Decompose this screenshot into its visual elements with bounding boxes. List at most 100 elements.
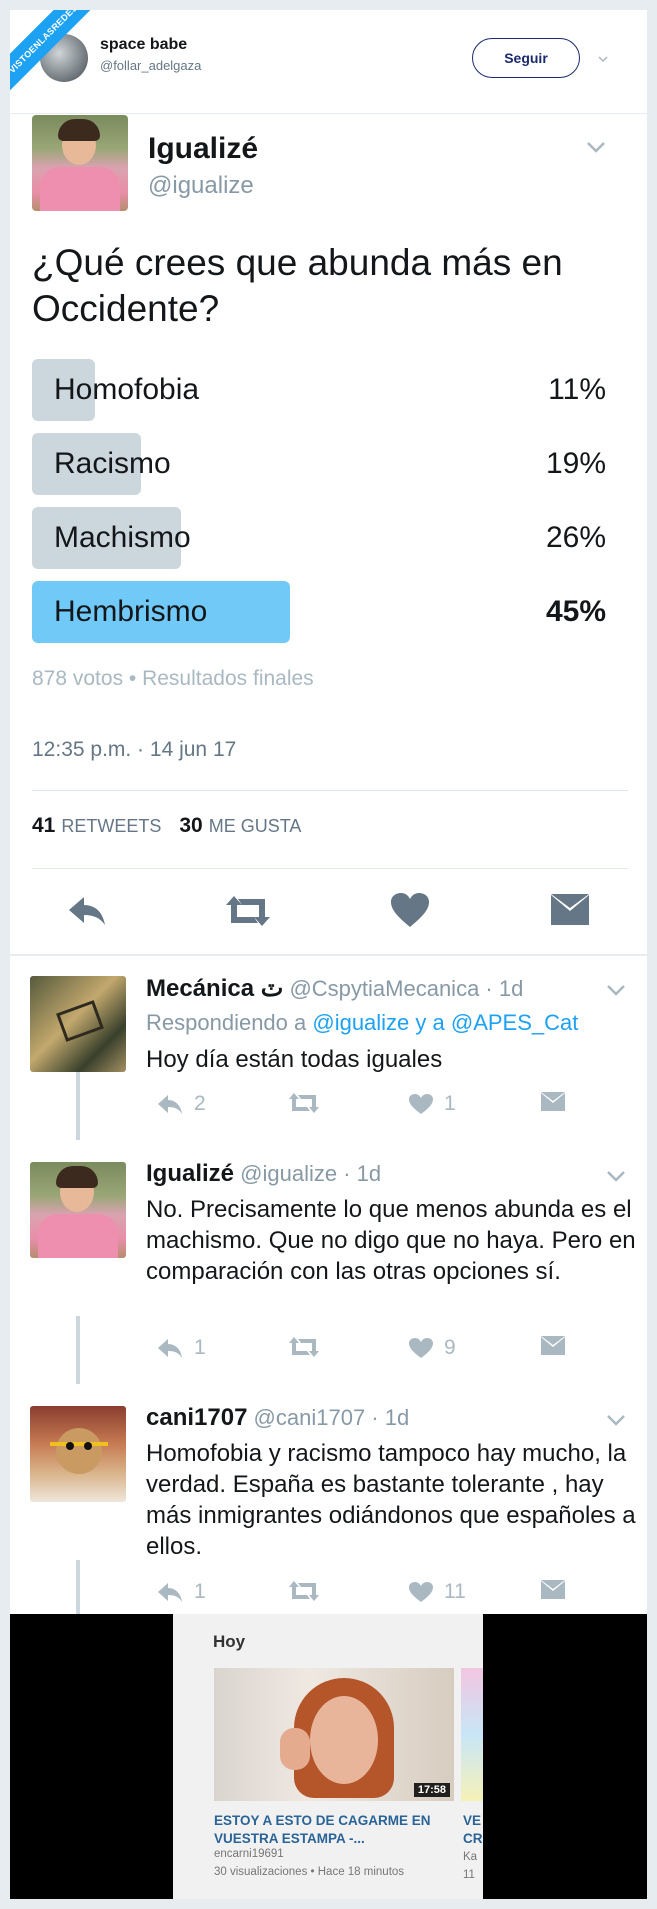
tweet-question: ¿Qué crees que abunda más en Occidente? <box>32 242 563 329</box>
chevron-down-icon[interactable] <box>586 140 606 154</box>
divider <box>32 868 628 869</box>
retweet-icon <box>289 1337 319 1357</box>
like-icon[interactable] <box>390 892 430 928</box>
reply-button[interactable]: 2 <box>156 1092 206 1116</box>
thread-line <box>76 1316 80 1384</box>
chevron-down-icon[interactable] <box>606 984 626 996</box>
video-screenshot-panel: Hoy 17:58 ESTOY A ESTO DE CAGARME EN VUE… <box>10 1614 647 1899</box>
like-button[interactable]: 11 <box>408 1580 466 1604</box>
poll-option: Machismo 26% <box>32 507 606 569</box>
reply-author-name[interactable]: cani1707 <box>146 1404 247 1431</box>
like-icon <box>409 1094 433 1114</box>
tweet-actions <box>10 884 647 944</box>
retweeter-header: space babe @follar_adelgaza Seguir <box>10 10 647 114</box>
reply-header: Mecánica ٽ @CspytiaMecanica · 1d <box>146 974 523 1003</box>
retweet-button[interactable] <box>288 1580 320 1602</box>
reply-actions: 1 9 <box>146 1336 586 1366</box>
reply-header: cani1707 @cani1707 · 1d <box>146 1404 409 1432</box>
feed-section-title: Hoy <box>213 1632 246 1651</box>
dm-button[interactable] <box>540 1336 566 1356</box>
video-channel[interactable]: encarni19691 <box>214 1848 284 1860</box>
retweet-button[interactable] <box>288 1092 320 1114</box>
direct-message-icon[interactable] <box>550 894 590 926</box>
poll-option-percent: 45% <box>545 595 606 628</box>
poll: Homofobia 11% Racismo 19% Machismo 26% H… <box>32 359 606 655</box>
retweet-button[interactable] <box>288 1336 320 1358</box>
like-button[interactable]: 9 <box>408 1336 456 1360</box>
reply-button[interactable]: 1 <box>156 1336 206 1360</box>
poll-option-label: Homofobia <box>54 373 200 406</box>
follow-button[interactable]: Seguir <box>472 38 580 78</box>
like-button[interactable]: 1 <box>408 1092 456 1116</box>
video-duration: 17:58 <box>413 1783 450 1797</box>
direct-message-icon <box>541 1092 565 1111</box>
poll-option-percent: 19% <box>545 447 606 480</box>
retweets-label[interactable]: RETWEETS <box>61 816 161 836</box>
reply-author-meta[interactable]: @igualize · 1d <box>240 1161 381 1186</box>
reply-author-name[interactable]: Mecánica ٽ <box>146 975 283 1002</box>
video-feed: Hoy 17:58 ESTOY A ESTO DE CAGARME EN VUE… <box>173 1614 483 1899</box>
reply-count: 1 <box>194 1580 206 1603</box>
reply-avatar[interactable] <box>30 1162 126 1258</box>
thread-line <box>76 1072 80 1140</box>
author-avatar[interactable] <box>32 115 128 211</box>
reply-author-name[interactable]: Igualizé <box>146 1160 234 1187</box>
video-thumbnail[interactable]: 17:58 <box>214 1668 454 1801</box>
reply-text: Homofobia y racismo tampoco hay mucho, l… <box>146 1440 636 1560</box>
reply-avatar[interactable] <box>30 1406 126 1502</box>
poll-option-label: Racismo <box>54 447 171 480</box>
chevron-down-icon[interactable] <box>606 1170 626 1182</box>
retweeter-name[interactable]: space babe <box>100 36 187 54</box>
reply-actions: 2 1 <box>146 1092 586 1122</box>
likes-label[interactable]: ME GUSTA <box>209 816 302 836</box>
poll-option: Racismo 19% <box>32 433 606 495</box>
section-divider <box>10 954 647 956</box>
dm-button[interactable] <box>540 1092 566 1112</box>
retweet-icon[interactable] <box>224 894 272 928</box>
reply-actions: 1 11 <box>146 1580 586 1610</box>
like-count: 9 <box>444 1336 456 1359</box>
chevron-down-icon[interactable] <box>598 54 608 64</box>
reply-text: No. Precisamente lo que menos abunda es … <box>146 1196 636 1285</box>
reply-count: 2 <box>194 1092 206 1115</box>
like-count: 1 <box>444 1092 456 1115</box>
reply-avatar[interactable] <box>30 976 126 1072</box>
retweets-count[interactable]: 41 <box>32 814 55 837</box>
reply-button[interactable]: 1 <box>156 1580 206 1604</box>
poll-option-label: Machismo <box>54 521 191 554</box>
likes-count[interactable]: 30 <box>179 814 202 837</box>
direct-message-icon <box>541 1580 565 1599</box>
reply-text: Hoy día están todas iguales <box>146 1046 443 1073</box>
poll-option-percent: 11% <box>548 373 606 406</box>
reply-header: Igualizé @igualize · 1d <box>146 1160 381 1188</box>
video-title[interactable]: ESTOY A ESTO DE CAGARME EN VUESTRA ESTAM… <box>214 1812 454 1848</box>
screenshot-frame: VISTOENLASREDES.com space babe @follar_a… <box>10 10 647 1899</box>
reply-count: 1 <box>194 1336 206 1359</box>
tweet-timestamp[interactable]: 12:35 p.m. · 14 jun 17 <box>32 738 236 762</box>
reply-icon[interactable] <box>66 894 108 928</box>
reply-author-meta[interactable]: @cani1707 · 1d <box>254 1405 410 1430</box>
tweet-stats: 41 RETWEETS 30 ME GUSTA <box>32 814 301 838</box>
reply-to-links[interactable]: @igualize y a @APES_Cat <box>312 1010 578 1035</box>
chevron-down-icon[interactable] <box>606 1414 626 1426</box>
dm-button[interactable] <box>540 1580 566 1600</box>
reply-icon <box>158 1583 182 1602</box>
author-name[interactable]: Igualizé <box>148 132 258 166</box>
like-count: 11 <box>444 1580 466 1603</box>
divider <box>32 790 628 791</box>
retweet-icon <box>289 1581 319 1601</box>
next-video-thumbnail[interactable] <box>461 1668 483 1801</box>
poll-meta: 878 votos • Resultados finales <box>32 667 314 690</box>
like-icon <box>409 1582 433 1602</box>
poll-option-winner: Hembrismo 45% <box>32 581 606 643</box>
thread-line <box>76 1560 80 1614</box>
next-video-title[interactable]: VE CR <box>463 1812 483 1848</box>
reply-author-meta[interactable]: @CspytiaMecanica · 1d <box>289 976 523 1001</box>
reply-context: Respondiendo a @igualize y a @APES_Cat <box>146 1010 579 1035</box>
author-handle[interactable]: @igualize <box>148 172 254 200</box>
next-video-meta: Ka 11 <box>463 1851 478 1881</box>
like-icon <box>409 1338 433 1358</box>
reply-icon <box>158 1339 182 1358</box>
retweeter-handle[interactable]: @follar_adelgaza <box>100 58 201 73</box>
reply-icon <box>158 1095 182 1114</box>
